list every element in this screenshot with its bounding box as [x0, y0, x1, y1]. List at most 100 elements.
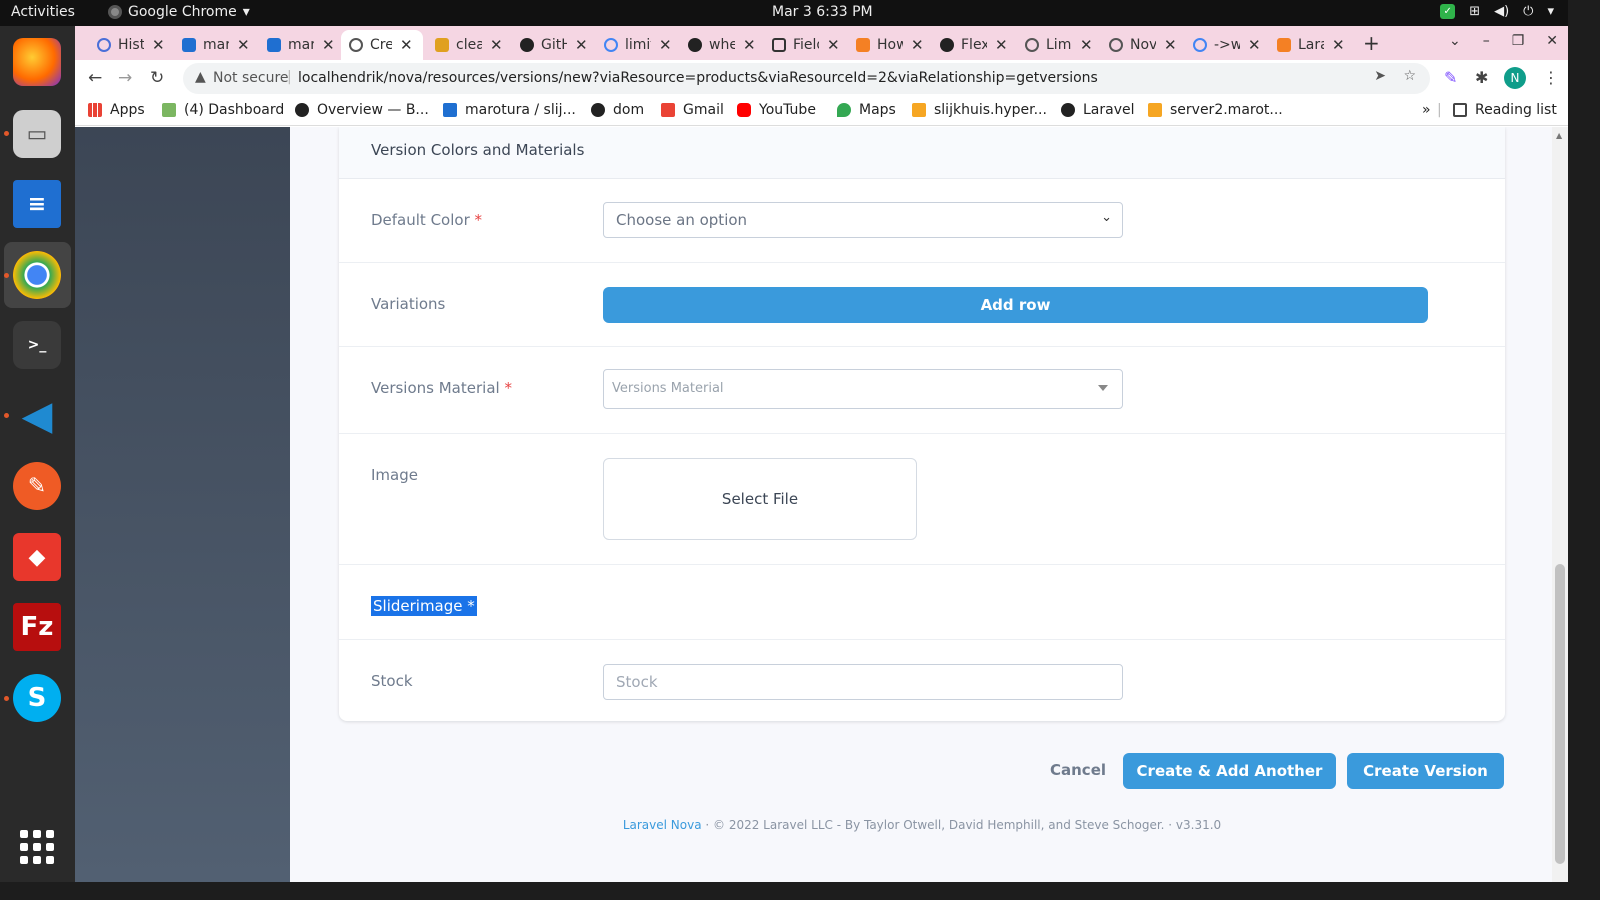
extensions-puzzle-icon[interactable]: ✱: [1475, 68, 1488, 87]
tab-close-icon[interactable]: ✕: [237, 36, 250, 54]
bookmark-maps[interactable]: Maps: [837, 102, 896, 118]
tab-close-icon[interactable]: ✕: [743, 36, 756, 54]
create-version-button[interactable]: Create Version: [1347, 753, 1504, 789]
tab-close-icon[interactable]: ✕: [400, 36, 413, 54]
versions-material-multiselect[interactable]: Versions Material: [603, 369, 1123, 409]
tab-close-icon[interactable]: ✕: [1164, 36, 1177, 54]
tab-close-icon[interactable]: ✕: [1248, 36, 1261, 54]
forward-icon[interactable]: →: [118, 68, 132, 88]
system-tray[interactable]: ✓ ⊞ ◀) ⏻ ▾: [1440, 4, 1554, 19]
tab-google-limit[interactable]: limit ✕: [596, 30, 672, 60]
tab-github[interactable]: GitHub ✕: [512, 30, 588, 60]
clock[interactable]: Mar 3 6:33 PM: [772, 4, 873, 20]
tab-close-icon[interactable]: ✕: [1332, 36, 1345, 54]
tab-title: Flex: [961, 37, 987, 53]
tab-close-icon[interactable]: ✕: [827, 36, 840, 54]
bookmark-laravel[interactable]: Laravel: [1061, 102, 1135, 118]
files-icon[interactable]: ▭: [13, 110, 61, 158]
url-text[interactable]: localhendrik/nova/resources/versions/new…: [298, 70, 1098, 86]
app-menu[interactable]: Google Chrome ▾: [108, 4, 250, 20]
bookmark-apps[interactable]: Apps: [88, 102, 145, 118]
back-icon[interactable]: ←: [88, 68, 102, 88]
scroll-up-icon[interactable]: ▲: [1556, 131, 1562, 140]
postman-icon[interactable]: ✎: [13, 462, 61, 510]
chrome-icon[interactable]: [13, 251, 61, 299]
minimize-icon[interactable]: –: [1483, 33, 1490, 49]
tray-arrow-icon: ▾: [1547, 4, 1554, 19]
security-status[interactable]: Not secure: [213, 70, 289, 86]
reload-icon[interactable]: ↻: [150, 68, 164, 88]
cancel-button[interactable]: Cancel: [1050, 761, 1106, 779]
tab-how[interactable]: How ✕: [848, 30, 924, 60]
bookmark-gmail[interactable]: Gmail: [661, 102, 724, 118]
skype-icon[interactable]: S: [13, 674, 61, 722]
youtube-icon: [737, 103, 751, 117]
restore-icon[interactable]: ❐: [1512, 33, 1525, 49]
tab-close-icon[interactable]: ✕: [152, 36, 165, 54]
show-applications-icon[interactable]: [20, 830, 54, 864]
reading-list[interactable]: Reading list: [1453, 102, 1557, 118]
tab-nova[interactable]: Nova ✕: [1101, 30, 1177, 60]
terminal-icon[interactable]: >_: [13, 321, 61, 369]
vscode-icon[interactable]: ◀: [13, 392, 61, 440]
tab-close-icon[interactable]: ✕: [911, 36, 924, 54]
bookmark-overview[interactable]: Overview — B...: [295, 102, 429, 118]
firefox-icon[interactable]: [13, 38, 61, 86]
tab-close-icon[interactable]: ✕: [995, 36, 1008, 54]
tab-field[interactable]: Field ✕: [764, 30, 840, 60]
bookmark-server2[interactable]: server2.marot...: [1148, 102, 1283, 118]
tab-search-icon[interactable]: ⌄: [1449, 33, 1461, 49]
default-color-select[interactable]: Choose an option ⌄: [603, 202, 1123, 238]
tab-close-icon[interactable]: ✕: [490, 36, 503, 54]
tab-title: Limit: [1046, 37, 1072, 53]
bookmark-star-icon[interactable]: ☆: [1403, 68, 1416, 84]
globe-favicon-icon: [1109, 38, 1123, 52]
bookmark-youtube[interactable]: YouTube: [737, 102, 816, 118]
apps-grid-icon: [88, 103, 102, 117]
select-value: Choose an option: [616, 211, 748, 229]
anydesk-icon[interactable]: ◆: [13, 533, 61, 581]
tab-close-icon[interactable]: ✕: [575, 36, 588, 54]
tab-close-icon[interactable]: ✕: [1080, 36, 1093, 54]
scrollbar-thumb[interactable]: [1555, 564, 1565, 864]
profile-avatar[interactable]: N: [1504, 67, 1526, 89]
add-row-button[interactable]: Add row: [603, 287, 1428, 323]
tab-google-with[interactable]: ->with ✕: [1185, 30, 1261, 60]
tab-limit[interactable]: Limit ✕: [1017, 30, 1093, 60]
activities-button[interactable]: Activities: [11, 4, 75, 20]
laravel-nova-link[interactable]: Laravel Nova: [623, 818, 702, 832]
filezilla-icon[interactable]: Fz: [13, 603, 61, 651]
create-add-another-button[interactable]: Create & Add Another: [1123, 753, 1336, 789]
close-window-icon[interactable]: ✕: [1546, 33, 1558, 49]
tab-clear[interactable]: clear ✕: [427, 30, 503, 60]
bookmark-dashboard[interactable]: (4) Dashboard: [162, 102, 284, 118]
stock-input[interactable]: Stock: [603, 664, 1123, 700]
security-shield-icon[interactable]: ✓: [1440, 4, 1456, 19]
tab-title: How: [877, 37, 903, 53]
bookmark-slijkhuis[interactable]: slijkhuis.hyper...: [912, 102, 1047, 118]
bookmark-dom[interactable]: dom: [591, 102, 644, 118]
tab-laravel[interactable]: Laravel ✕: [1269, 30, 1345, 60]
tab-github-flex[interactable]: Flex ✕: [932, 30, 1008, 60]
warning-icon[interactable]: ▲: [195, 69, 206, 85]
menu-kebab-icon[interactable]: ⋮: [1543, 68, 1559, 87]
tab-create-version[interactable]: Create Version ✕: [341, 30, 423, 60]
tab-strip: History ✕ marotura ✕ marotura ✕ Create V…: [75, 26, 1568, 60]
writer-icon[interactable]: ≡: [13, 180, 61, 228]
new-tab-button[interactable]: +: [1363, 31, 1380, 55]
bookmark-marotura[interactable]: marotura / slij...: [443, 102, 576, 118]
tab-close-icon[interactable]: ✕: [659, 36, 672, 54]
bitbucket-favicon-icon: [267, 38, 281, 52]
send-tab-icon[interactable]: ➤: [1374, 68, 1386, 84]
tab-history[interactable]: History ✕: [89, 30, 165, 60]
tab-marotura[interactable]: marotura ✕: [174, 30, 250, 60]
globe-favicon-icon: [295, 103, 309, 117]
bookmarks-more-icon[interactable]: »: [1422, 102, 1431, 118]
tab-github-where[interactable]: where ✕: [680, 30, 756, 60]
tab-close-icon[interactable]: ✕: [322, 36, 335, 54]
page-scrollbar[interactable]: ▲: [1552, 127, 1568, 882]
extension-pen-icon[interactable]: ✎: [1444, 68, 1457, 87]
tab-marotura[interactable]: marotura ✕: [259, 30, 335, 60]
address-bar[interactable]: ▲ Not secure | localhendrik/nova/resourc…: [183, 63, 1430, 94]
select-file-button[interactable]: Select File: [603, 458, 917, 540]
